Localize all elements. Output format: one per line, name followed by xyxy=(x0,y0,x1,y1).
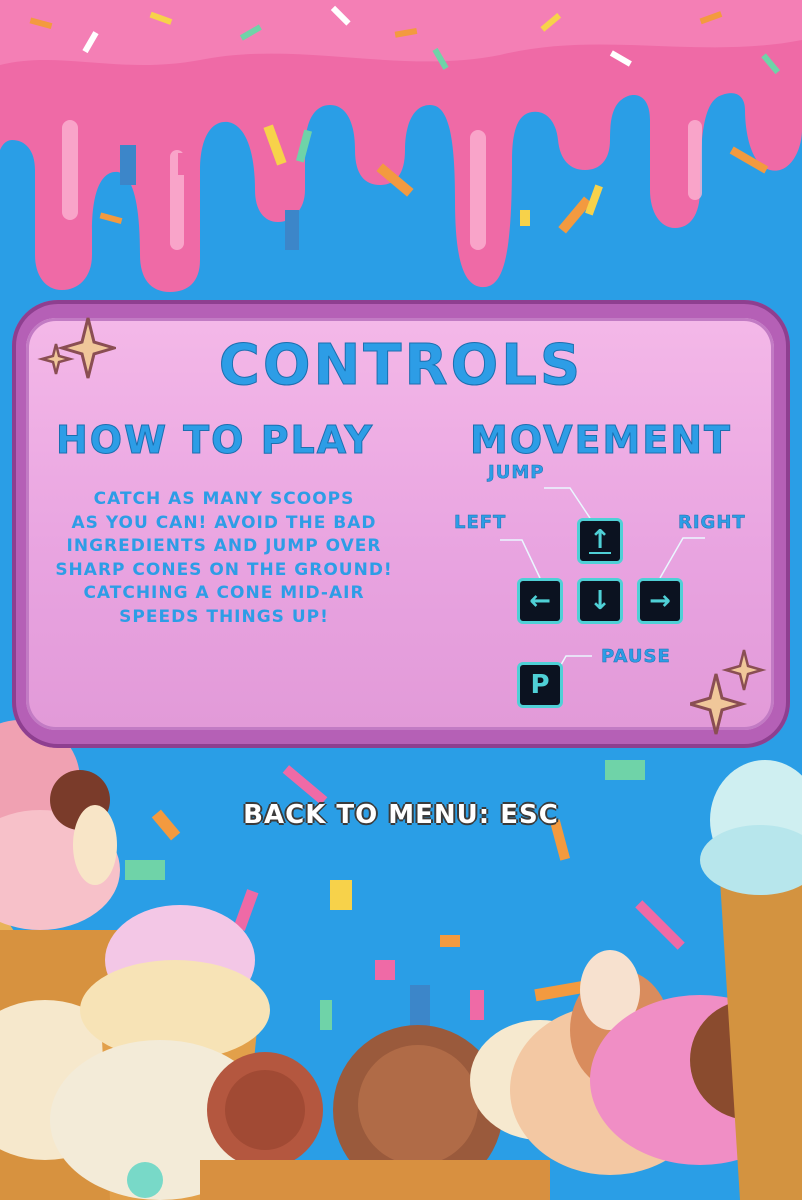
key-pause: P xyxy=(517,662,563,708)
key-up: ↑ xyxy=(577,518,623,564)
pause-label: PAUSE xyxy=(601,646,671,668)
key-left: ← xyxy=(517,578,563,624)
arrow-left-icon: ← xyxy=(529,586,551,616)
right-label: RIGHT xyxy=(678,512,746,534)
key-pause-letter: P xyxy=(530,670,550,700)
key-right: → xyxy=(637,578,683,624)
back-to-menu-prompt: BACK TO MENU: ESC xyxy=(243,800,559,830)
arrow-up-icon: ↑ xyxy=(589,525,611,555)
key-down: ↓ xyxy=(577,578,623,624)
arrow-down-icon: ↓ xyxy=(589,586,611,616)
jump-label: JUMP xyxy=(488,462,545,484)
arrow-right-icon: → xyxy=(649,586,671,616)
left-label: LEFT xyxy=(454,512,507,534)
